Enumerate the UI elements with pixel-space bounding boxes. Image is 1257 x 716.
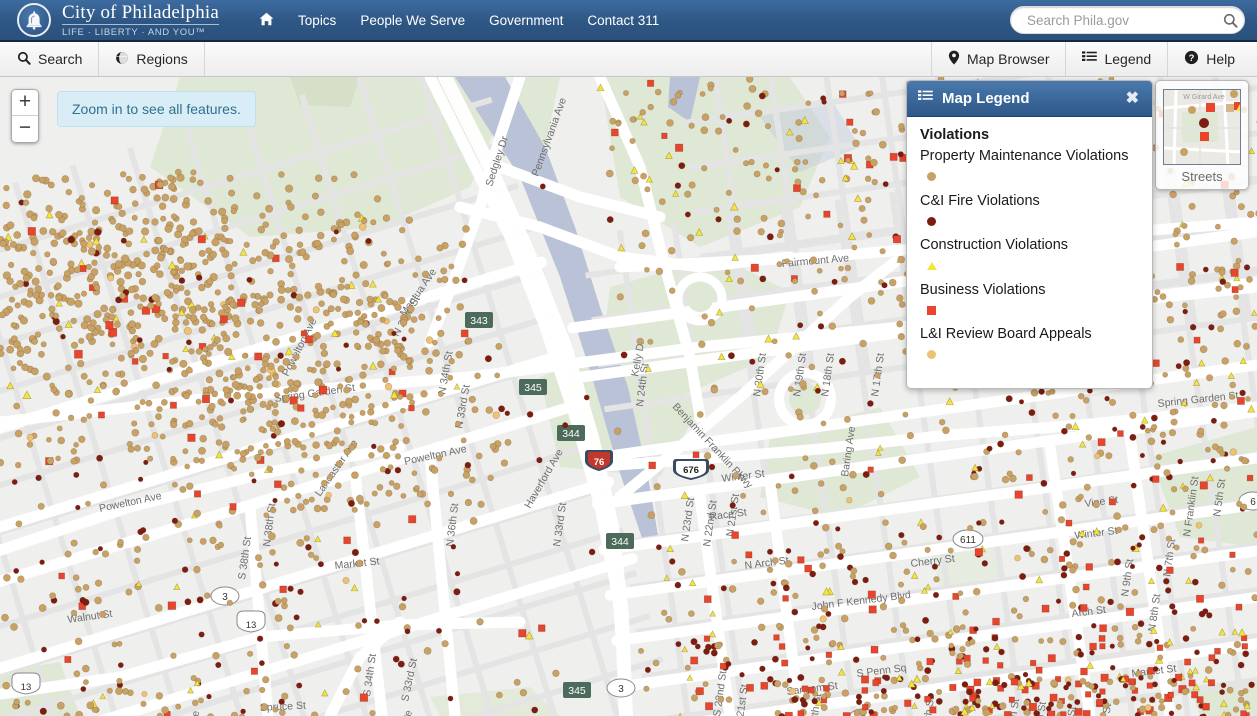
legend-symbol-row: [920, 299, 1140, 321]
legend-item-label: L&I Review Board Appeals: [920, 326, 1092, 343]
legend-symbol-circle-tan: [927, 172, 936, 182]
legend-button[interactable]: Legend: [1065, 42, 1167, 76]
zoom-notice: Zoom in to see all features.: [57, 91, 256, 127]
legend-group-title: Violations: [920, 127, 990, 143]
legend-symbol-circle-lightorange: [927, 350, 936, 360]
toolbar-right-group: Map Browser Legend ? Help: [931, 42, 1257, 76]
nav-people-we-serve[interactable]: People We Serve: [348, 7, 477, 34]
svg-text:3: 3: [618, 684, 624, 695]
zoom-out-button[interactable]: −: [12, 116, 38, 142]
site-header: City of Philadelphia LIFE · LIBERTY · AN…: [0, 0, 1257, 42]
site-search[interactable]: [1010, 6, 1245, 34]
legend-item-label: Business Violations: [920, 281, 1046, 298]
basemap-thumbnail: W Girard Ave: [1163, 89, 1241, 165]
svg-text:345: 345: [524, 382, 542, 394]
legend-item: Construction Violations: [920, 236, 1140, 277]
site-title: City of Philadelphia: [62, 2, 220, 26]
nav-home[interactable]: [247, 6, 286, 35]
svg-text:13: 13: [21, 682, 32, 693]
legend-symbol-row: [920, 166, 1140, 188]
legend-item: Property Maintenance Violations: [920, 147, 1140, 188]
home-icon: [259, 12, 274, 29]
magnifier-icon: [17, 51, 31, 68]
legend-body: Violations Property Maintenance Violatio…: [907, 117, 1152, 388]
city-logo[interactable]: [16, 2, 52, 38]
liberty-bell-icon: [17, 3, 51, 37]
legend-symbol-square-red: [927, 305, 936, 315]
svg-text:6: 6: [1250, 497, 1256, 508]
question-circle-icon: ?: [1184, 50, 1199, 68]
map-canvas[interactable]: Sedgley Dr Pennsylvania Ave Fairmount Av…: [0, 77, 1257, 716]
legend-symbol-row: [920, 344, 1140, 366]
map-viewer-app: City of Philadelphia LIFE · LIBERTY · AN…: [0, 0, 1257, 716]
map-pin-icon: [948, 50, 960, 68]
legend-item: C&I Fire Violations: [920, 192, 1140, 233]
svg-text:76: 76: [594, 457, 605, 468]
legend-title: Map Legend: [942, 90, 1030, 107]
search-button-label: Search: [38, 51, 83, 67]
brand-text-block: City of Philadelphia LIFE · LIBERTY · AN…: [62, 2, 220, 39]
help-button-label: Help: [1206, 51, 1235, 67]
map-toolbar: Search Regions Map Browser Legend ? Help: [0, 42, 1257, 77]
zoom-in-button[interactable]: +: [12, 90, 38, 116]
svg-text:344: 344: [611, 536, 629, 548]
primary-navigation: Topics People We Serve Government Contac…: [247, 6, 671, 35]
list-icon: [918, 90, 933, 107]
legend-item-label: Property Maintenance Violations: [920, 148, 1129, 164]
legend-header[interactable]: Map Legend ✖: [907, 81, 1152, 117]
svg-text:343: 343: [470, 315, 488, 327]
legend-button-label: Legend: [1104, 51, 1152, 67]
map-browser-label: Map Browser: [967, 51, 1050, 67]
regions-button-label: Regions: [136, 51, 188, 67]
basemap-label: Streets: [1181, 169, 1223, 184]
map-browser-button[interactable]: Map Browser: [931, 42, 1065, 76]
svg-text:345: 345: [568, 685, 586, 697]
legend-symbol-circle-darkred: [927, 216, 936, 226]
svg-text:344: 344: [562, 428, 580, 440]
toolbar-left-group: Search Regions: [0, 42, 205, 76]
legend-symbol-row: [920, 255, 1140, 277]
legend-item-label: Construction Violations: [920, 237, 1069, 254]
legend-symbol-row: [920, 210, 1140, 232]
search-button[interactable]: Search: [0, 42, 100, 76]
svg-text:611: 611: [960, 535, 976, 546]
nav-topics[interactable]: Topics: [286, 7, 348, 34]
map-legend-panel: Map Legend ✖ Violations Property Mainten…: [906, 80, 1153, 389]
legend-item: Business Violations: [920, 281, 1140, 322]
regions-button[interactable]: Regions: [99, 42, 205, 76]
svg-text:13: 13: [246, 620, 257, 631]
nav-government[interactable]: Government: [477, 7, 575, 34]
magnifier-icon[interactable]: [1216, 13, 1244, 28]
basemap-thumb-label: W Girard Ave: [1183, 94, 1225, 101]
legend-symbol-triangle-yellow: [927, 261, 937, 270]
help-button[interactable]: ? Help: [1167, 42, 1257, 76]
search-input[interactable]: [1011, 12, 1216, 28]
svg-text:676: 676: [683, 465, 699, 476]
basemap-switcher[interactable]: W Girard Ave Streets: [1155, 80, 1249, 190]
nav-contact-311[interactable]: Contact 311: [575, 7, 671, 34]
list-icon: [1082, 51, 1098, 67]
legend-item: L&I Review Board Appeals: [920, 325, 1140, 366]
legend-item-label: C&I Fire Violations: [920, 192, 1040, 209]
site-tagline: LIFE · LIBERTY · AND YOU™: [62, 27, 206, 39]
zoom-controls[interactable]: + −: [11, 89, 39, 143]
close-icon[interactable]: ✖: [1124, 90, 1141, 107]
globe-icon: [115, 51, 129, 68]
svg-text:?: ?: [1189, 53, 1195, 64]
